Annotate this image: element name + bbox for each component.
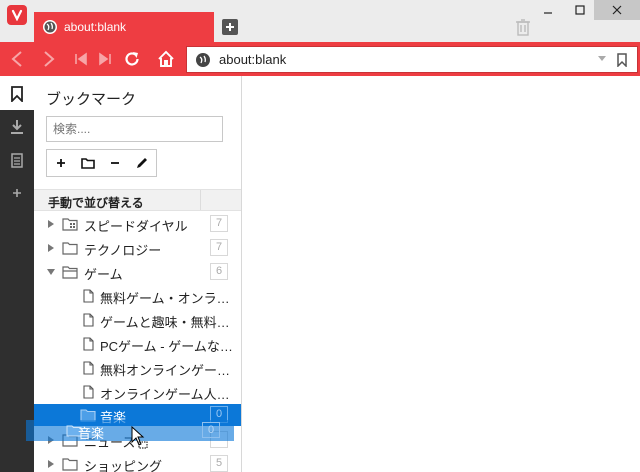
tree-row-bookmark[interactable]: オンラインゲーム人… xyxy=(34,380,241,404)
close-icon xyxy=(612,5,622,15)
tab-title: about:blank xyxy=(64,20,127,34)
page-content[interactable] xyxy=(242,76,640,472)
globe-icon xyxy=(43,20,57,34)
tree-row-label: PCゲーム - ゲームな… xyxy=(100,339,233,354)
vivaldi-logo-icon xyxy=(7,5,27,25)
folder-icon xyxy=(62,242,78,255)
expand-arrow-icon[interactable] xyxy=(46,219,56,229)
forward-button[interactable] xyxy=(39,49,59,69)
browser-window: about:blank about:blank ブックマーク 検索.... 手動… xyxy=(0,0,640,472)
reload-button[interactable] xyxy=(122,49,142,69)
tree-row-bookmark[interactable]: ゲームと趣味・無料で… xyxy=(34,308,241,332)
page-icon xyxy=(83,337,94,351)
minimize-icon xyxy=(544,12,552,14)
tree-row-label: スピードダイヤル xyxy=(84,219,188,234)
bookmark-count-badge: 6 xyxy=(210,263,228,280)
page-icon xyxy=(83,385,94,399)
bookmarks-panel: ブックマーク 手動で並び替える xyxy=(34,76,242,472)
edit-bookmark-button[interactable] xyxy=(128,150,155,176)
page-icon xyxy=(83,289,94,303)
tree-row-bookmark[interactable]: 無料オンラインゲー… xyxy=(34,356,241,380)
arrow-left-icon xyxy=(11,51,22,67)
bookmark-page-icon[interactable] xyxy=(617,53,627,67)
delete-bookmark-button[interactable] xyxy=(101,150,128,176)
address-bar: about:blank xyxy=(0,42,640,76)
tree-row-technology[interactable]: テクノロジー 7 xyxy=(34,236,241,260)
add-bookmark-button[interactable] xyxy=(47,150,74,176)
fast-forward-button[interactable] xyxy=(95,49,115,69)
page-icon xyxy=(83,313,94,327)
tree-row-speeddial[interactable]: スピードダイヤル 7 xyxy=(34,212,241,236)
skip-forward-icon xyxy=(99,52,111,66)
tree-row-games[interactable]: ゲーム 6 xyxy=(34,260,241,284)
tree-row-bookmark[interactable]: PCゲーム - ゲームな… xyxy=(34,332,241,356)
rewind-button[interactable] xyxy=(71,49,91,69)
expand-arrow-icon[interactable] xyxy=(46,459,56,469)
home-icon xyxy=(158,50,174,67)
notes-panel-button[interactable] xyxy=(8,151,26,169)
drag-ghost-count: 0 xyxy=(202,422,220,438)
back-button[interactable] xyxy=(7,49,27,69)
tree-row-shopping[interactable]: ショッピング 5 xyxy=(34,452,241,472)
site-info-icon[interactable] xyxy=(195,52,211,68)
bookmark-count-badge: 7 xyxy=(210,215,228,232)
add-web-panel-button[interactable] xyxy=(8,184,26,202)
drag-ghost: 音楽 0 xyxy=(26,420,234,441)
sort-separator xyxy=(200,190,201,210)
dropdown-arrow-icon[interactable] xyxy=(597,55,607,63)
bookmarks-panel-button[interactable] xyxy=(8,85,26,103)
new-folder-button[interactable] xyxy=(74,150,101,176)
speeddial-folder-icon xyxy=(62,218,78,231)
url-text: about:blank xyxy=(219,52,287,67)
drag-cursor-icon xyxy=(131,426,148,449)
reload-icon xyxy=(125,52,139,66)
home-button[interactable] xyxy=(156,49,176,69)
skip-back-icon xyxy=(75,52,87,66)
page-icon xyxy=(83,361,94,375)
sort-label: 手動で並び替える xyxy=(48,196,144,210)
download-icon xyxy=(11,120,23,134)
bookmark-icon xyxy=(11,86,23,102)
bookmark-count-badge: 5 xyxy=(210,455,228,472)
tree-row-label: ゲーム xyxy=(84,267,123,282)
arrow-right-icon xyxy=(44,51,55,67)
sort-header[interactable]: 手動で並び替える xyxy=(34,189,241,211)
maximize-icon xyxy=(575,5,585,15)
tree-row-label: 無料ゲーム・オンライ… xyxy=(100,291,240,306)
url-field[interactable]: about:blank xyxy=(186,46,638,73)
minus-icon xyxy=(110,162,119,164)
collapse-arrow-icon[interactable] xyxy=(46,267,56,277)
expand-arrow-icon[interactable] xyxy=(46,243,56,253)
close-window-button[interactable] xyxy=(594,0,640,20)
tree-row-label: ショッピング xyxy=(84,459,163,472)
tree-row-bookmark[interactable]: 無料ゲーム・オンライ… xyxy=(34,284,241,308)
plus-icon xyxy=(56,159,65,167)
drag-ghost-label: 音楽 xyxy=(78,426,105,441)
bookmark-count-badge: 7 xyxy=(210,239,228,256)
plus-icon xyxy=(13,189,21,197)
tree-row-label: テクノロジー xyxy=(84,243,162,258)
new-tab-button[interactable] xyxy=(222,19,238,35)
title-bar: about:blank xyxy=(0,0,640,42)
maximize-button[interactable] xyxy=(566,0,594,20)
folder-icon xyxy=(80,158,95,169)
tree-row-label: 無料オンラインゲー… xyxy=(100,363,231,378)
panel-title: ブックマーク xyxy=(46,91,137,108)
pencil-icon xyxy=(136,158,147,168)
tab-active[interactable]: about:blank xyxy=(34,12,214,42)
bookmark-search-input[interactable] xyxy=(46,116,223,142)
panel-strip xyxy=(0,76,34,472)
folder-icon xyxy=(62,458,78,471)
notes-icon xyxy=(11,152,23,168)
downloads-panel-button[interactable] xyxy=(8,118,26,136)
trash-icon[interactable] xyxy=(515,18,531,36)
tree-row-label: ゲームと趣味・無料で… xyxy=(100,315,240,330)
tree-row-label: オンラインゲーム人… xyxy=(100,387,230,402)
vivaldi-menu-button[interactable] xyxy=(0,0,34,30)
bookmark-toolbar xyxy=(46,149,157,177)
minimize-button[interactable] xyxy=(534,0,562,20)
plus-icon xyxy=(226,23,234,31)
folder-open-icon xyxy=(62,266,78,279)
